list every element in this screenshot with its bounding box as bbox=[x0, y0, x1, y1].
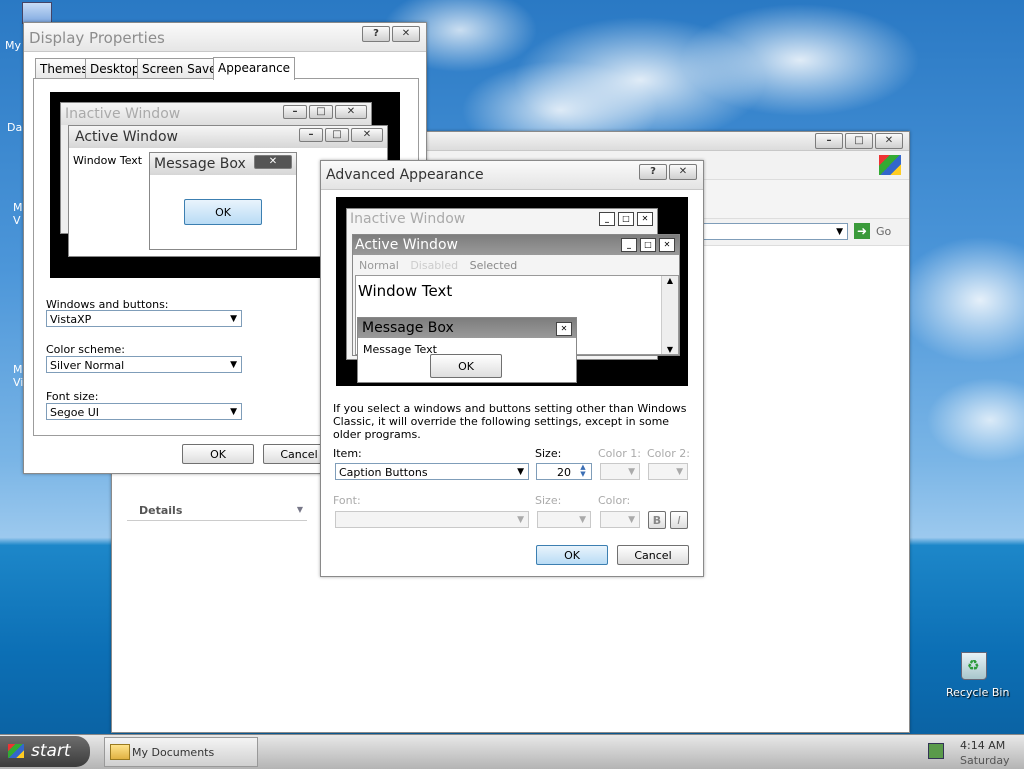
ok-button[interactable]: OK bbox=[182, 444, 254, 464]
system-tray: 4:14 AM Saturday bbox=[920, 737, 1024, 767]
tab-desktop[interactable]: Desktop bbox=[85, 58, 145, 79]
folder-icon bbox=[110, 744, 130, 760]
details-label: Details bbox=[139, 504, 183, 517]
font-size-select[interactable]: ▼ bbox=[537, 511, 591, 528]
chevron-down-icon: ▼ bbox=[230, 314, 237, 324]
clock-time[interactable]: 4:14 AM bbox=[960, 739, 1005, 752]
maximize-icon[interactable]: □ bbox=[845, 133, 873, 149]
preview-message-box: Message Box ✕ OK bbox=[149, 152, 297, 250]
info-text: If you select a windows and buttons sett… bbox=[333, 402, 687, 441]
desktop-icon-label-3: MV bbox=[13, 201, 23, 227]
italic-button[interactable]: I bbox=[670, 511, 688, 529]
font-color-label: Color: bbox=[598, 494, 631, 507]
windows-logo-icon bbox=[879, 155, 901, 175]
desktop-icon-label-2: Da bbox=[7, 121, 23, 134]
tab-appearance[interactable]: Appearance bbox=[213, 57, 296, 80]
recycle-bin-label: Recycle Bin bbox=[946, 686, 1010, 699]
advanced-titlebar: Advanced Appearance ? ✕ bbox=[321, 161, 703, 190]
scrollbar: ▲ ▼ bbox=[661, 276, 678, 354]
network-icon[interactable] bbox=[928, 743, 944, 759]
cancel-button[interactable]: Cancel bbox=[617, 545, 689, 565]
go-label: Go bbox=[876, 225, 892, 238]
taskbar-item-my-documents[interactable]: My Documents bbox=[104, 737, 258, 767]
dialog-title: Advanced Appearance bbox=[326, 167, 484, 183]
item-label: Item: bbox=[333, 447, 362, 460]
address-input[interactable]: ▼ bbox=[692, 223, 848, 240]
item-select[interactable]: Caption Buttons ▼ bbox=[335, 463, 529, 480]
spin-icon[interactable]: ▲ ▼ bbox=[576, 464, 590, 479]
window-title: Display Properties bbox=[29, 29, 165, 47]
color2-label: Color 2: bbox=[647, 447, 690, 460]
font-select[interactable]: ▼ bbox=[335, 511, 529, 528]
chevron-down-icon: ▼ bbox=[230, 360, 237, 370]
start-button[interactable]: start bbox=[0, 736, 90, 767]
help-icon[interactable]: ? bbox=[639, 164, 667, 180]
taskbar-item-label: My Documents bbox=[132, 746, 215, 759]
chevron-down-icon: ▼ bbox=[296, 505, 303, 514]
advanced-preview[interactable]: Inactive Window _ □ ✕ Active Window _ □ ✕ No… bbox=[336, 197, 688, 386]
font-size-select[interactable]: Segoe UI ▼ bbox=[46, 403, 242, 420]
close-icon[interactable]: ✕ bbox=[669, 164, 697, 180]
adv-preview-message-box: Message Box ✕ Message Text OK bbox=[357, 317, 577, 383]
color2-picker[interactable]: ▼ bbox=[648, 463, 688, 480]
computer-icon bbox=[22, 2, 52, 24]
taskbar: start My Documents 4:14 AM Saturday bbox=[0, 734, 1024, 769]
start-label: start bbox=[31, 741, 71, 761]
size-label: Size: bbox=[535, 447, 562, 460]
windows-buttons-select[interactable]: VistaXP ▼ bbox=[46, 310, 242, 327]
display-properties-titlebar: Display Properties ? ✕ bbox=[24, 23, 426, 52]
close-icon[interactable]: ✕ bbox=[392, 26, 420, 42]
font-label: Font: bbox=[333, 494, 361, 507]
advanced-appearance-dialog: Advanced Appearance ? ✕ Inactive Window … bbox=[320, 160, 704, 577]
font-color-picker[interactable]: ▼ bbox=[600, 511, 640, 528]
color1-label: Color 1: bbox=[598, 447, 641, 460]
color-scheme-select[interactable]: Silver Normal ▼ bbox=[46, 356, 242, 373]
size-stepper[interactable]: 20 ▲ ▼ bbox=[536, 463, 592, 480]
help-icon[interactable]: ? bbox=[362, 26, 390, 42]
minimize-icon[interactable]: – bbox=[815, 133, 843, 149]
clock-day: Saturday bbox=[960, 754, 1010, 767]
windows-logo-icon bbox=[8, 744, 24, 758]
color1-picker[interactable]: ▼ bbox=[600, 463, 640, 480]
preview-ok-button: OK bbox=[184, 199, 262, 225]
chevron-down-icon: ▼ bbox=[230, 407, 237, 417]
go-button[interactable]: ➜ Go bbox=[854, 223, 898, 241]
font-size-label: Size: bbox=[535, 494, 562, 507]
tab-themes[interactable]: Themes bbox=[35, 58, 93, 79]
desktop-icon-label-4: M Vi bbox=[13, 363, 24, 389]
preview-menu: Normal Disabled Selected bbox=[359, 259, 518, 272]
chevron-down-icon: ▼ bbox=[517, 467, 524, 477]
bold-button[interactable]: B bbox=[648, 511, 666, 529]
close-icon[interactable]: ✕ bbox=[875, 133, 903, 149]
details-pane-header[interactable]: Details ▼ bbox=[127, 500, 307, 521]
ok-button[interactable]: OK bbox=[536, 545, 608, 565]
desktop-icon-my-computer[interactable] bbox=[22, 2, 54, 24]
color-scheme-label: Color scheme: bbox=[46, 343, 125, 356]
go-arrow-icon: ➜ bbox=[854, 223, 870, 239]
desktop-icon-label-1: My bbox=[5, 39, 22, 52]
font-size-label: Font size: bbox=[46, 390, 99, 403]
recycle-bin-icon[interactable]: ♻ bbox=[958, 652, 990, 684]
